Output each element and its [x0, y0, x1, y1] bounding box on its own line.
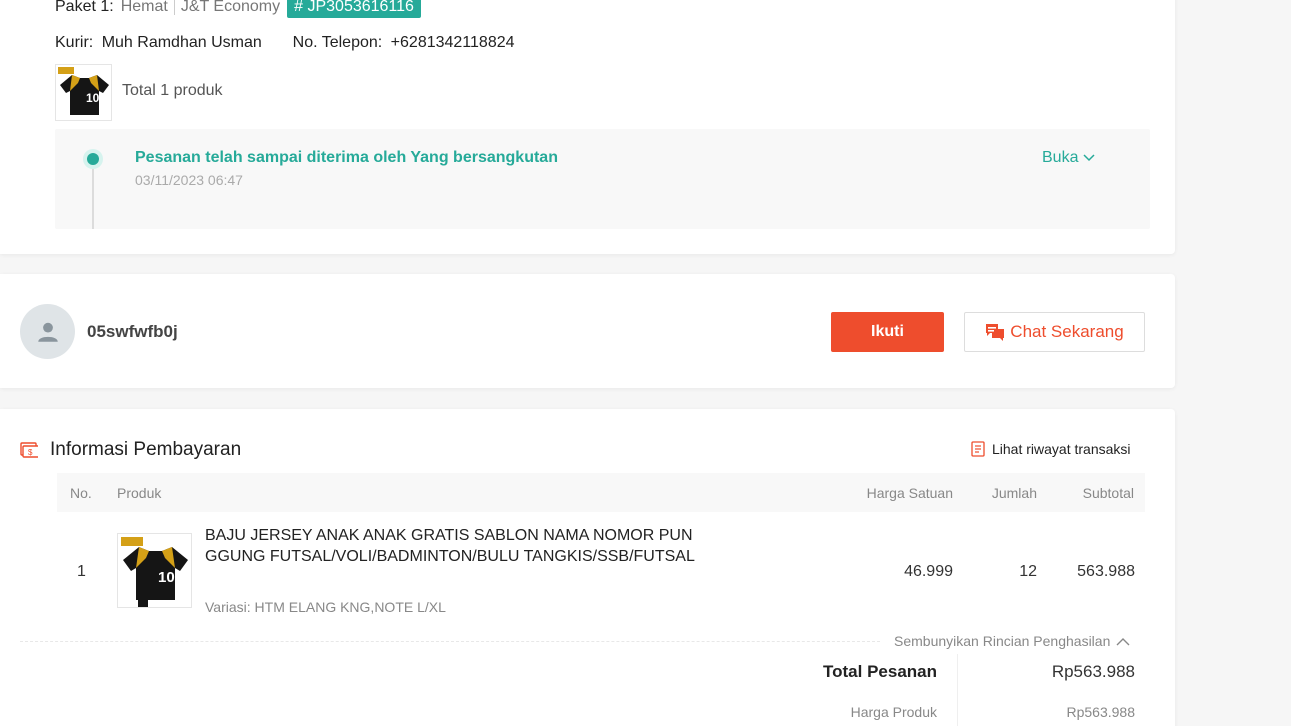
svg-text:10: 10: [86, 91, 100, 105]
quantity: 12: [1019, 563, 1037, 580]
chevron-down-icon: [1083, 154, 1095, 162]
courier-info: Kurir: Muh Ramdhan Usman No. Telepon: +6…: [55, 34, 519, 52]
shipment-card: Paket 1: Hemat J&T Economy # JP305361611…: [0, 0, 1175, 254]
shipping-service: Hemat: [120, 0, 168, 15]
expand-timeline-button[interactable]: Buka: [1042, 149, 1095, 167]
package-label: Paket 1:: [55, 0, 114, 15]
timeline-line: [92, 169, 94, 229]
col-qty: Jumlah: [991, 485, 1037, 501]
hide-details-label: Sembunyikan Rincian Penghasilan: [894, 633, 1111, 649]
subtotal: 563.988: [1077, 563, 1135, 580]
phone-number: +6281342118824: [390, 34, 515, 51]
divider: [173, 0, 175, 15]
seller-username[interactable]: 05swfwfb0j: [87, 322, 178, 342]
chat-now-button[interactable]: Chat Sekarang: [964, 312, 1145, 352]
payment-section-title: $ Informasi Pembayaran: [20, 439, 241, 461]
col-unit-price: Harga Satuan: [866, 485, 953, 501]
tracking-timeline: Pesanan telah sampai diterima oleh Yang …: [55, 129, 1150, 229]
product-price-value: Rp563.988: [1066, 704, 1135, 720]
product-variant: Variasi: HTM ELANG KNG,NOTE L/XL: [205, 599, 446, 615]
svg-text:$: $: [28, 448, 33, 457]
col-subtotal: Subtotal: [1082, 485, 1134, 501]
payment-title: Informasi Pembayaran: [50, 439, 242, 460]
chat-icon: [986, 324, 1005, 341]
courier-label: Kurir:: [55, 34, 94, 51]
table-header: No. Produk Harga Satuan Jumlah Subtotal: [57, 473, 1145, 512]
unit-price: 46.999: [904, 563, 953, 580]
chat-now-label: Chat Sekarang: [1010, 322, 1124, 341]
row-number: 1: [77, 563, 86, 580]
expand-label: Buka: [1042, 149, 1079, 166]
total-products: Total 1 produk: [122, 82, 223, 99]
product-price-label: Harga Produk: [850, 704, 937, 720]
hide-income-details-toggle[interactable]: Sembunyikan Rincian Penghasilan: [894, 633, 1130, 649]
avatar[interactable]: [20, 304, 75, 359]
col-product: Produk: [117, 485, 162, 501]
follow-button[interactable]: Ikuti: [831, 312, 944, 352]
package-line: Paket 1: Hemat J&T Economy # JP305361611…: [55, 0, 421, 18]
divider: [20, 641, 880, 642]
col-no: No.: [70, 485, 92, 501]
product-thumbnail[interactable]: 10: [55, 64, 112, 121]
tracking-status: Pesanan telah sampai diterima oleh Yang …: [135, 149, 558, 166]
tracking-number-badge[interactable]: # JP3053616116: [287, 0, 421, 18]
product-image[interactable]: 10: [117, 533, 192, 608]
chevron-up-icon: [1116, 637, 1130, 645]
user-icon: [37, 322, 58, 342]
phone-label: No. Telepon:: [292, 34, 383, 51]
payment-card: $ Informasi Pembayaran Lihat riwayat tra…: [0, 409, 1175, 726]
history-label: Lihat riwayat transaksi: [992, 441, 1131, 457]
svg-text:10: 10: [158, 569, 175, 586]
tracking-time: 03/11/2023 06:47: [135, 172, 243, 188]
product-name[interactable]: BAJU JERSEY ANAK ANAK GRATIS SABLON NAMA…: [205, 525, 695, 567]
seller-card: 05swfwfb0j Ikuti Chat Sekarang: [0, 274, 1175, 388]
order-total-value: Rp563.988: [1051, 662, 1135, 681]
receipt-icon: [971, 441, 985, 457]
courier-company: J&T Economy: [180, 0, 281, 15]
payment-icon: $: [20, 442, 38, 458]
order-total-label: Total Pesanan: [823, 662, 937, 681]
timeline-dot: [83, 149, 103, 169]
transaction-history-link[interactable]: Lihat riwayat transaksi: [971, 441, 1131, 457]
summary-divider: [957, 654, 958, 726]
courier-name: Muh Ramdhan Usman: [101, 34, 262, 51]
